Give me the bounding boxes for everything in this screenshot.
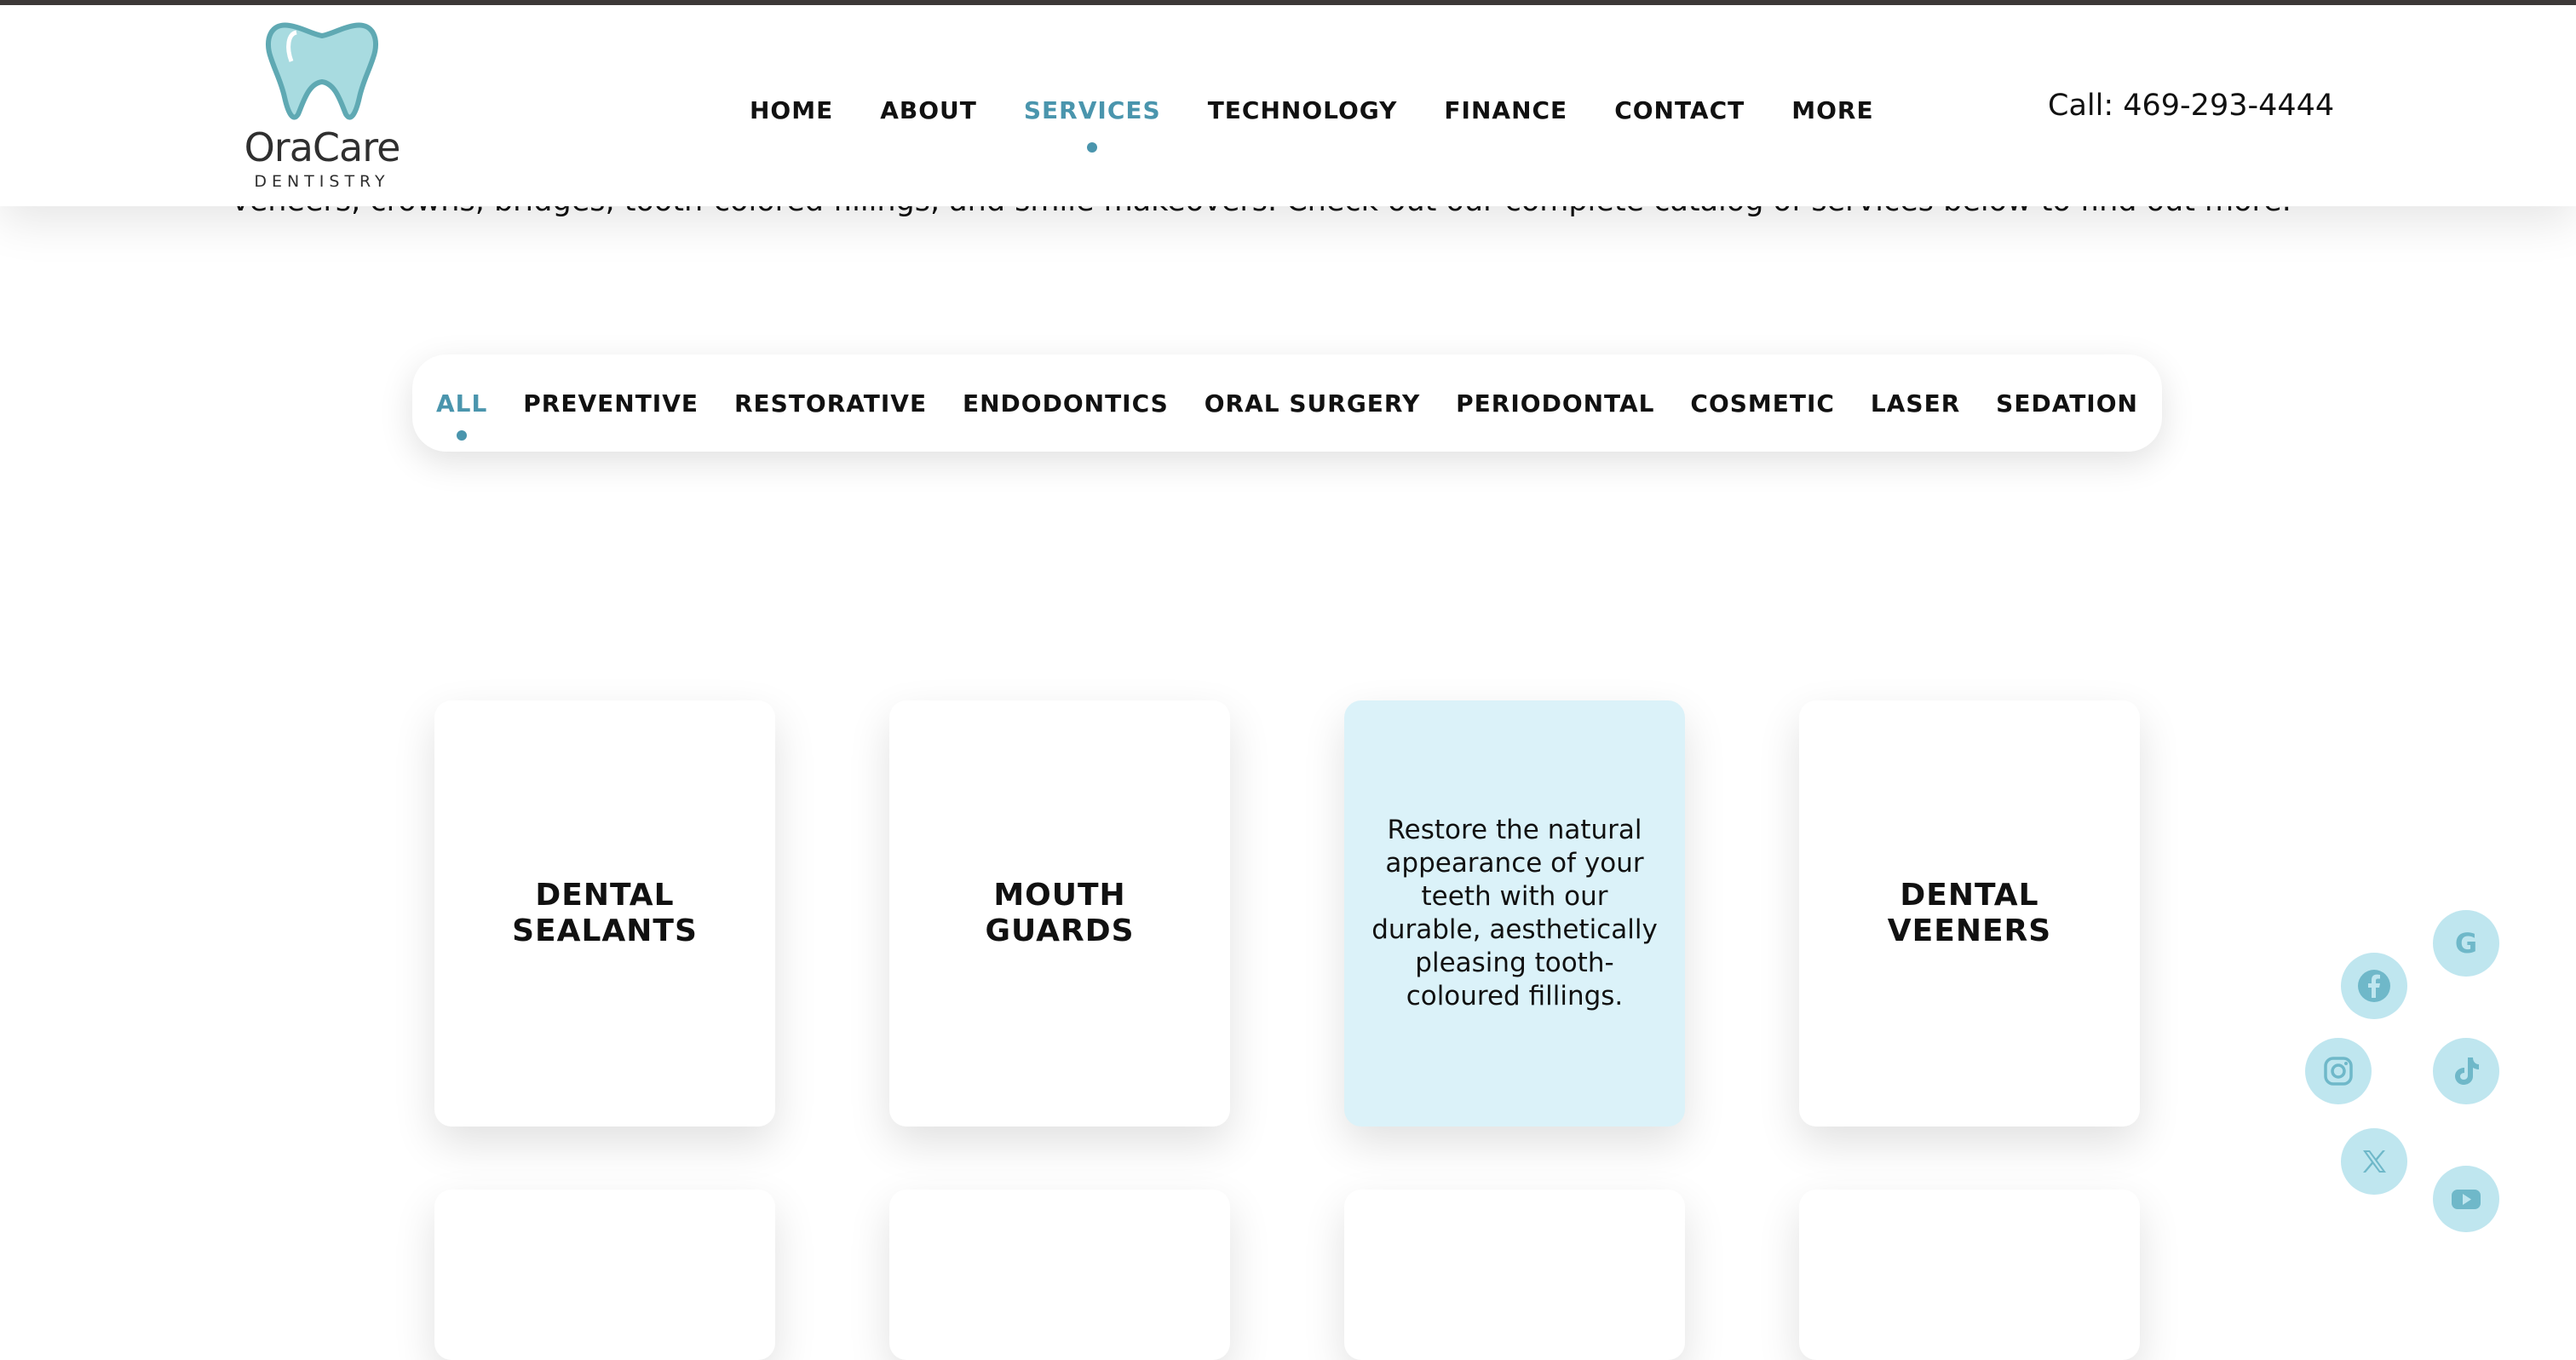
- service-card-title: MOUTH GUARDS: [985, 878, 1135, 948]
- service-card-dental-veeners[interactable]: DENTAL VEENERS: [1799, 700, 2140, 1127]
- nav-finance[interactable]: FINANCE: [1444, 96, 1567, 124]
- tooth-logo-icon: [266, 22, 378, 120]
- nav-more[interactable]: MORE: [1791, 96, 1873, 124]
- service-card-mouth-guards[interactable]: MOUTH GUARDS: [889, 700, 1230, 1127]
- service-card-tooth-coloured-fillings[interactable]: Restore the natural appearance of your t…: [1344, 700, 1685, 1127]
- service-card-title: DENTAL SEALANTS: [512, 878, 698, 948]
- service-card-title: DENTAL VEENERS: [1887, 878, 2052, 948]
- filter-sedation[interactable]: SEDATION: [1996, 389, 2138, 418]
- logo-name: OraCare: [244, 124, 401, 170]
- service-card-dental-sealants[interactable]: DENTAL SEALANTS: [434, 700, 775, 1127]
- site-header: OraCare DENTISTRY HOME ABOUT SERVICES TE…: [0, 5, 2576, 206]
- filter-preventive[interactable]: PREVENTIVE: [523, 389, 699, 418]
- service-card[interactable]: [889, 1190, 1230, 1360]
- service-card[interactable]: [1344, 1190, 1685, 1360]
- instagram-icon[interactable]: [2305, 1038, 2372, 1104]
- filter-endodontics[interactable]: ENDODONTICS: [963, 389, 1169, 418]
- services-filter-bar: ALL PREVENTIVE RESTORATIVE ENDODONTICS O…: [412, 354, 2162, 452]
- facebook-icon[interactable]: [2341, 953, 2407, 1019]
- youtube-icon[interactable]: [2433, 1166, 2499, 1232]
- google-icon[interactable]: G: [2433, 910, 2499, 977]
- nav-home[interactable]: HOME: [750, 96, 833, 124]
- nav-services[interactable]: SERVICES: [1024, 96, 1161, 153]
- filter-laser[interactable]: LASER: [1871, 389, 1960, 418]
- service-card-description: Restore the natural appearance of your t…: [1371, 815, 1658, 1011]
- filter-oral-surgery[interactable]: ORAL SURGERY: [1205, 389, 1421, 418]
- service-card[interactable]: [434, 1190, 775, 1360]
- filter-all[interactable]: ALL: [436, 389, 487, 441]
- filter-cosmetic[interactable]: COSMETIC: [1690, 389, 1835, 418]
- filter-periodontal[interactable]: PERIODONTAL: [1456, 389, 1654, 418]
- call-phone-link[interactable]: Call: 469-293-4444: [2048, 89, 2334, 123]
- main-nav: HOME ABOUT SERVICES TECHNOLOGY FINANCE C…: [750, 89, 1874, 153]
- service-card[interactable]: [1799, 1190, 2140, 1360]
- nav-contact[interactable]: CONTACT: [1614, 96, 1745, 124]
- oracare-logo[interactable]: OraCare DENTISTRY: [237, 14, 407, 193]
- logo-subtitle: DENTISTRY: [254, 172, 390, 191]
- svg-text:G: G: [2455, 927, 2477, 959]
- nav-technology[interactable]: TECHNOLOGY: [1208, 96, 1398, 124]
- tiktok-icon[interactable]: [2433, 1038, 2499, 1104]
- x-icon[interactable]: [2341, 1128, 2407, 1195]
- filter-restorative[interactable]: RESTORATIVE: [734, 389, 927, 418]
- nav-about[interactable]: ABOUT: [880, 96, 977, 124]
